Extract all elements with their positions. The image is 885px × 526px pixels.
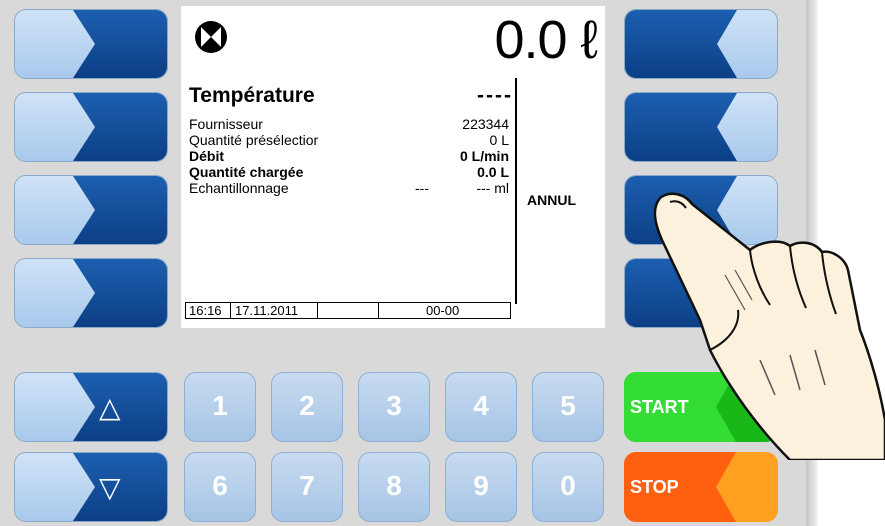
arrow-up-button[interactable]: △ [14, 372, 168, 442]
row-value: 223344 [462, 116, 509, 132]
key-2[interactable]: 2 [271, 372, 343, 442]
annul-softkey-label: ANNUL [527, 192, 576, 208]
softkey-left-2[interactable] [14, 92, 168, 162]
footer-date: 17.11.2011 [235, 303, 299, 318]
softkey-left-1[interactable] [14, 9, 168, 79]
footer-divider [230, 303, 231, 318]
softkey-right-1[interactable] [624, 9, 778, 79]
temperature-row: Température ---- [189, 84, 519, 108]
row-value: 0.0 L [477, 164, 509, 180]
stop-button[interactable]: STOP [624, 452, 778, 522]
key-1[interactable]: 1 [184, 372, 256, 442]
divider-vertical [515, 78, 517, 304]
display-screen: 0.0 ℓ Température ---- Fournisseur 22334… [181, 6, 605, 328]
temperature-label: Température [189, 84, 315, 107]
key-9[interactable]: 9 [445, 452, 517, 522]
softkey-right-2[interactable] [624, 92, 778, 162]
row-label: Quantité présélectior [189, 132, 319, 148]
row-value: 0 L [489, 132, 509, 148]
softkey-left-3[interactable] [14, 175, 168, 245]
footer-code: 00-00 [426, 303, 460, 318]
softkey-left-4[interactable] [14, 258, 168, 328]
row-label: Débit [189, 148, 224, 164]
row-label: Fournisseur [189, 116, 263, 132]
row-label: Echantillonnage [189, 180, 289, 196]
row-label: Quantité chargée [189, 164, 304, 180]
key-0[interactable]: 0 [532, 452, 604, 522]
pointing-hand-icon [653, 192, 885, 460]
row-value-1: --- [415, 180, 429, 196]
footer-time: 16:16 [189, 303, 222, 318]
volume-readout: 0.0 ℓ [494, 10, 598, 70]
key-8[interactable]: 8 [358, 452, 430, 522]
temperature-value: ---- [477, 84, 513, 107]
row-value-2: --- ml [476, 180, 509, 196]
down-arrow-icon: ▽ [99, 472, 121, 503]
key-6[interactable]: 6 [184, 452, 256, 522]
status-footer: 16:16 17.11.2011 00-00 [185, 302, 511, 319]
stop-label: STOP [630, 477, 679, 497]
footer-divider [378, 303, 379, 318]
arrow-down-button[interactable]: ▽ [14, 452, 168, 522]
valve-closed-icon [195, 21, 227, 53]
key-4[interactable]: 4 [445, 372, 517, 442]
key-3[interactable]: 3 [358, 372, 430, 442]
footer-divider [317, 303, 318, 318]
key-5[interactable]: 5 [532, 372, 604, 442]
key-7[interactable]: 7 [271, 452, 343, 522]
row-value: 0 L/min [459, 148, 509, 164]
up-arrow-icon: △ [99, 392, 121, 423]
